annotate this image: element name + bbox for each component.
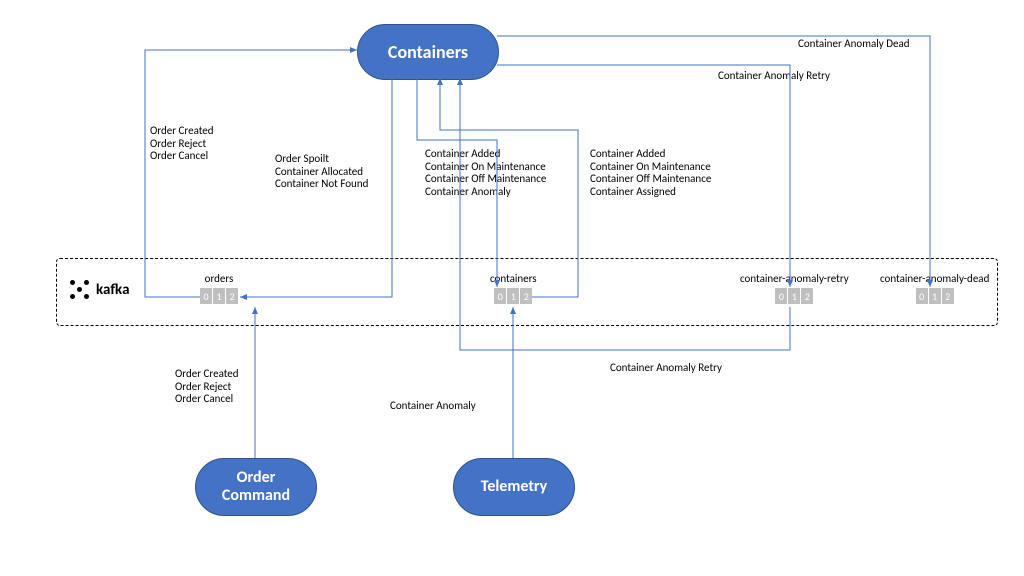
label-retry-top: Container Anomaly Retry — [718, 70, 830, 83]
label-retry-bottom: Container Anomaly Retry — [610, 362, 722, 375]
topic-containers-partitions: 0 1 2 — [490, 288, 537, 304]
partition: 1 — [929, 288, 941, 304]
service-order-command: Order Command — [195, 458, 317, 516]
topic-dead: container-anomaly-dead 0 1 2 — [880, 272, 989, 304]
kafka-text: kafka — [96, 281, 130, 299]
label-dead-top: Container Anomaly Dead — [798, 38, 910, 51]
topic-dead-name: container-anomaly-dead — [880, 272, 989, 285]
topic-retry-name: container-anomaly-retry — [740, 272, 849, 285]
partition: 0 — [200, 288, 212, 304]
service-containers: Containers — [357, 24, 499, 80]
label-container-anomaly: Container Anomaly — [390, 400, 476, 413]
kafka-label: kafka — [70, 280, 130, 300]
partition: 0 — [494, 288, 506, 304]
partition: 2 — [520, 288, 532, 304]
partition: 2 — [226, 288, 238, 304]
topic-orders-partitions: 0 1 2 — [200, 288, 238, 304]
partition: 1 — [788, 288, 800, 304]
label-container-in: Container Added Container On Maintenance… — [590, 148, 711, 199]
partition: 1 — [507, 288, 519, 304]
topic-orders: orders 0 1 2 — [200, 272, 238, 304]
label-order-events-bottom: Order Created Order Reject Order Cancel — [175, 368, 239, 406]
service-order-command-label: Order Command — [222, 469, 290, 504]
topic-orders-name: orders — [200, 272, 238, 285]
partition: 1 — [213, 288, 225, 304]
topic-retry: container-anomaly-retry 0 1 2 — [740, 272, 849, 304]
diagram-canvas: Containers kafka orders 0 1 2 containers… — [0, 0, 1024, 576]
arrow-containers-to-dead — [497, 36, 930, 287]
service-telemetry: Telemetry — [453, 458, 575, 516]
service-telemetry-label: Telemetry — [481, 478, 547, 496]
partition: 0 — [916, 288, 928, 304]
partition: 0 — [775, 288, 787, 304]
partition: 2 — [942, 288, 954, 304]
topic-retry-partitions: 0 1 2 — [740, 288, 849, 304]
label-order-events-top: Order Created Order Reject Order Cancel — [150, 125, 214, 163]
topic-dead-partitions: 0 1 2 — [880, 288, 989, 304]
partition: 2 — [801, 288, 813, 304]
kafka-icon — [70, 280, 90, 300]
topic-containers-name: containers — [490, 272, 537, 285]
service-containers-label: Containers — [388, 41, 468, 63]
topic-containers: containers 0 1 2 — [490, 272, 537, 304]
label-container-out: Container Added Container On Maintenance… — [425, 148, 546, 199]
label-order-spoilt: Order Spoilt Container Allocated Contain… — [275, 153, 368, 191]
